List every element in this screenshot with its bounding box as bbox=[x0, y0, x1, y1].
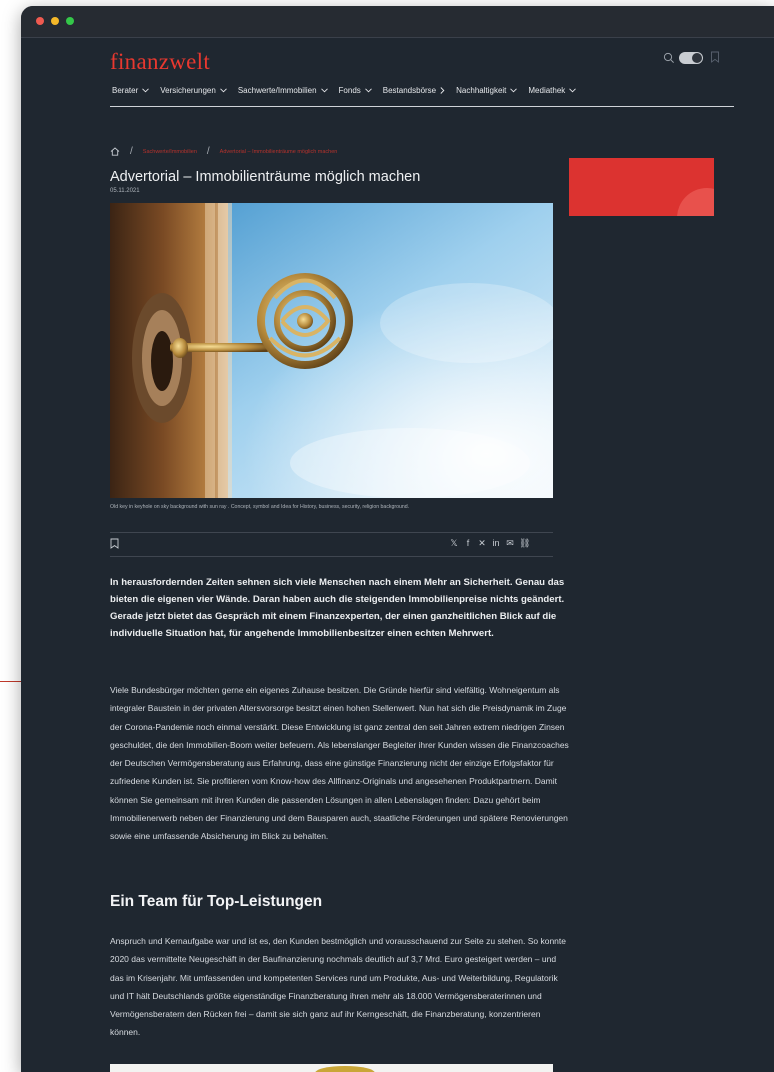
chevron-down-icon bbox=[220, 87, 227, 92]
chevron-down-icon bbox=[510, 87, 518, 92]
search-icon[interactable] bbox=[663, 52, 675, 64]
browser-window: finanzwelt Berater Versicherungen Sachwe… bbox=[21, 6, 774, 1072]
chevron-down-icon bbox=[569, 87, 577, 92]
link-icon[interactable]: ⛓ bbox=[519, 538, 530, 548]
nav-item-label: Berater bbox=[112, 85, 139, 95]
window-titlebar bbox=[21, 6, 774, 38]
ad-decoration bbox=[677, 188, 714, 216]
breadcrumb-item-current: Advertorial – Immobilienträume möglich m… bbox=[219, 148, 338, 155]
xing-icon[interactable]: ✕ bbox=[477, 538, 487, 548]
article-lead: In herausfordernden Zeiten sehnen sich v… bbox=[110, 577, 565, 639]
nav-item-nachhaltigkeit[interactable]: Nachhaltigkeit bbox=[456, 85, 518, 95]
nav-divider bbox=[110, 106, 734, 107]
header-tools bbox=[663, 51, 733, 67]
maximize-window-button[interactable] bbox=[66, 17, 74, 25]
facebook-icon[interactable]: f bbox=[463, 538, 473, 548]
nav-item-bestandsboerse[interactable]: Bestandsbörse bbox=[383, 86, 445, 95]
bookmark-icon[interactable] bbox=[110, 538, 119, 549]
image-caption: Old key in keyhole on sky background wit… bbox=[110, 504, 410, 510]
article-date: 05.11.2021 bbox=[110, 188, 140, 194]
section-heading: Ein Team für Top-Leistungen bbox=[110, 893, 323, 910]
linkedin-icon[interactable]: in bbox=[491, 538, 501, 548]
chevron-right-icon bbox=[440, 86, 445, 94]
chevron-down-icon bbox=[364, 87, 372, 92]
breadcrumb-item[interactable]: Sachwerte/Immobilien bbox=[143, 149, 197, 155]
article-title: Advertorial – Immobilienträume möglich m… bbox=[110, 169, 421, 185]
main-nav: Berater Versicherungen Sachwerte/Immobil… bbox=[112, 82, 587, 98]
breadcrumb-separator: / bbox=[130, 146, 133, 157]
breadcrumb: / Sachwerte/Immobilien / Advertorial – I… bbox=[110, 146, 337, 157]
article-secondary-image bbox=[110, 1064, 553, 1072]
chevron-down-icon bbox=[142, 87, 150, 92]
share-icons: 𝕏 f ✕ in ✉ ⛓ bbox=[449, 538, 530, 548]
close-window-button[interactable] bbox=[36, 17, 44, 25]
dark-mode-toggle[interactable] bbox=[679, 52, 703, 64]
site-logo[interactable]: finanzwelt bbox=[110, 49, 210, 75]
minimize-window-button[interactable] bbox=[51, 17, 59, 25]
share-bar-divider-bottom bbox=[110, 556, 553, 557]
article-paragraph: Anspruch und Kernaufgabe war und ist es,… bbox=[110, 936, 566, 1038]
nav-item-label: Versicherungen bbox=[160, 85, 216, 95]
chevron-down-icon bbox=[320, 87, 328, 92]
nav-item-sachwerte[interactable]: Sachwerte/Immobilien bbox=[238, 86, 328, 95]
article-paragraph: Viele Bundesbürger möchten gerne ein eig… bbox=[110, 685, 569, 842]
key-in-keyhole-image bbox=[110, 203, 553, 498]
nav-item-label: Fonds bbox=[338, 85, 361, 95]
share-bar-divider-top bbox=[110, 532, 553, 533]
breadcrumb-separator: / bbox=[206, 146, 210, 157]
image-detail bbox=[315, 1066, 375, 1072]
toggle-knob bbox=[692, 53, 702, 63]
article-hero-image bbox=[110, 203, 553, 498]
bookmark-icon[interactable] bbox=[710, 51, 720, 63]
x-icon[interactable]: 𝕏 bbox=[449, 538, 459, 548]
home-icon[interactable] bbox=[110, 147, 120, 156]
nav-item-versicherungen[interactable]: Versicherungen bbox=[160, 86, 227, 95]
nav-item-label: Bestandsbörse bbox=[382, 85, 437, 95]
nav-item-label: Sachwerte/Immobilien bbox=[237, 85, 317, 95]
nav-item-label: Mediathek bbox=[528, 85, 566, 95]
sidebar-ad-banner[interactable] bbox=[569, 158, 714, 216]
nav-item-fonds[interactable]: Fonds bbox=[339, 86, 372, 95]
nav-item-berater[interactable]: Berater bbox=[112, 85, 150, 95]
mail-icon[interactable]: ✉ bbox=[505, 538, 515, 548]
nav-item-label: Nachhaltigkeit bbox=[456, 85, 507, 95]
nav-item-mediathek[interactable]: Mediathek bbox=[528, 85, 577, 95]
